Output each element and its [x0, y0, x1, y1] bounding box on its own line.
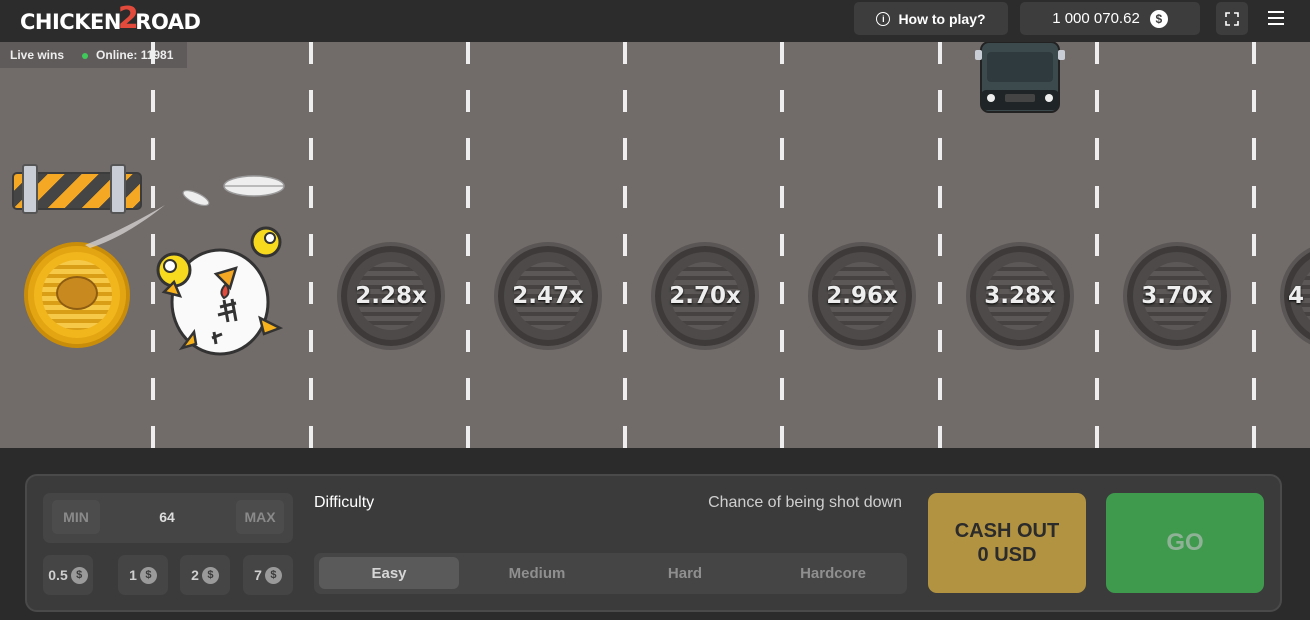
game-logo: CHICKEN 2 ROAD [20, 0, 201, 36]
difficulty-hard[interactable]: Hard [615, 557, 755, 589]
online-count: Online: 11981 [82, 48, 173, 62]
quick-bet-chip[interactable]: 2 $ [180, 555, 230, 595]
dollar-coin-icon: $ [201, 566, 219, 584]
feather-icon [182, 189, 210, 207]
dollar-coin-icon: $ [1149, 9, 1168, 28]
cash-out-button[interactable]: CASH OUT 0 USD [928, 493, 1086, 593]
chance-label: Chance of being shot down [708, 494, 902, 511]
lane-divider [1095, 42, 1099, 448]
dollar-coin-icon: $ [139, 566, 157, 584]
difficulty-medium[interactable]: Medium [467, 557, 607, 589]
quick-bet-chip[interactable]: 7 $ [243, 555, 293, 595]
menu-button[interactable] [1262, 6, 1290, 30]
chicken-character [156, 226, 284, 356]
roast-chicken-icon [56, 276, 98, 310]
live-wins-label[interactable]: Live wins [10, 48, 64, 62]
live-stats-bar: Live wins Online: 11981 [0, 42, 188, 68]
balance-display: 1 000 070.62 $ [1020, 2, 1200, 35]
manhole-multiplier: 2.28x [337, 242, 445, 350]
difficulty-label: Difficulty [314, 494, 375, 511]
dollar-coin-icon: $ [264, 566, 282, 584]
fullscreen-button[interactable] [1216, 2, 1248, 35]
go-button[interactable]: GO [1106, 493, 1264, 593]
top-bar: CHICKEN 2 ROAD i How to play? 1 000 070.62… [0, 0, 1310, 42]
manhole-multiplier: 2.70x [651, 242, 759, 350]
max-bet-button[interactable]: MAX [236, 500, 284, 534]
balance-value: 1 000 070.62 [1052, 10, 1140, 27]
car-obstacle [975, 42, 1065, 113]
feather-icon [223, 175, 285, 197]
gold-manhole-cooked-chicken [24, 242, 130, 348]
difficulty-easy[interactable]: Easy [319, 557, 459, 589]
manhole-multiplier: 3.70x [1123, 242, 1231, 350]
how-to-play-button[interactable]: i How to play? [854, 2, 1008, 35]
quick-bet-chip[interactable]: 0.5 $ [43, 555, 93, 595]
game-road: Live wins Online: 11981 2.28x 2.47x 2.70… [0, 42, 1310, 448]
online-dot-icon [82, 52, 89, 59]
min-bet-button[interactable]: MIN [52, 500, 100, 534]
lane-divider [623, 42, 627, 448]
dollar-coin-icon: $ [70, 566, 88, 584]
fullscreen-icon [1225, 11, 1239, 26]
lane-divider [466, 42, 470, 448]
manhole-multiplier: 3.28x [966, 242, 1074, 350]
lane-divider [1252, 42, 1256, 448]
manhole-multiplier: 2.96x [808, 242, 916, 350]
quick-bet-chip[interactable]: 1 $ [118, 555, 168, 595]
lane-divider [309, 42, 313, 448]
manhole-multiplier: 2.47x [494, 242, 602, 350]
info-icon: i [876, 11, 891, 26]
manhole-multiplier: 4 [1280, 242, 1310, 350]
lane-divider [780, 42, 784, 448]
lane-divider [938, 42, 942, 448]
bet-amount-input[interactable]: 64 [120, 500, 214, 534]
difficulty-hardcore[interactable]: Hardcore [763, 557, 903, 589]
